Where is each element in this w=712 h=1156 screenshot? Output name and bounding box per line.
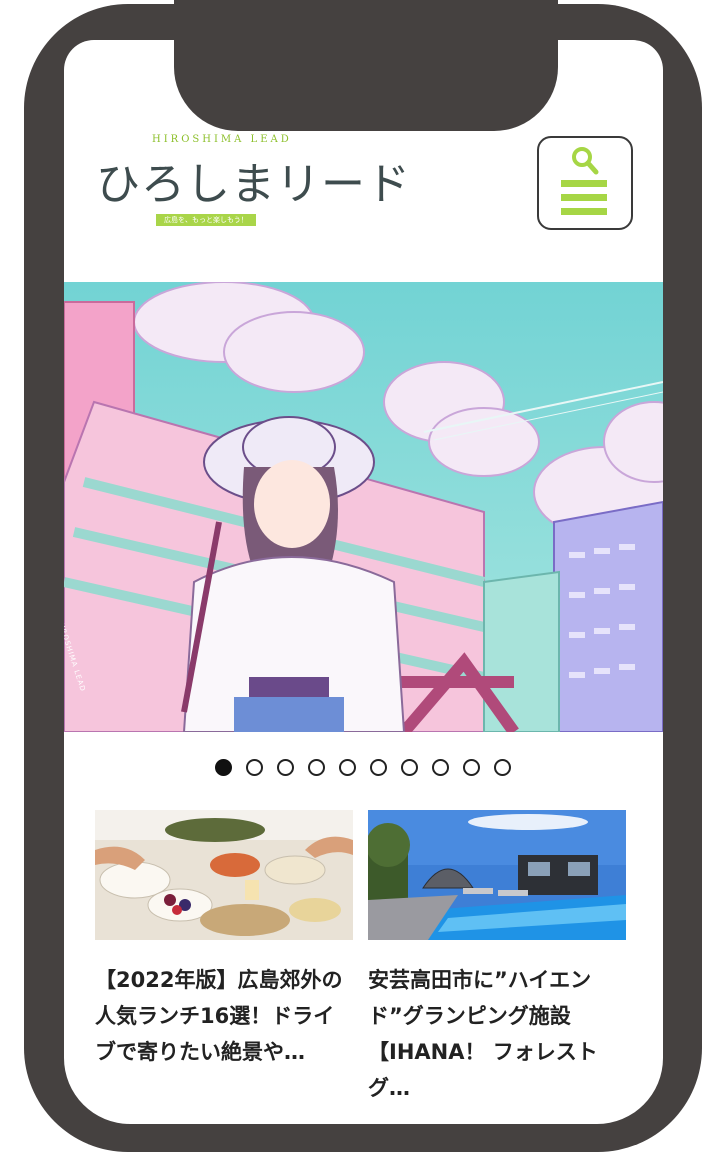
carousel-dot[interactable] bbox=[401, 758, 418, 776]
phone-notch bbox=[174, 0, 558, 131]
article-card[interactable]: 安芸高田市に”ハイエンド”グランピング施設【IHANA！ フォレストグ… bbox=[368, 810, 626, 1106]
logo-japanese: ひろしまリード bbox=[96, 159, 411, 210]
hero-carousel-slide[interactable]: HIROSHIMA LEAD bbox=[64, 282, 663, 732]
article-card[interactable]: 【2022年版】広島郊外の人気ランチ16選！ドライブで寄りたい絶景や… bbox=[95, 810, 353, 1070]
carousel-dot[interactable] bbox=[339, 758, 356, 776]
hero-illustration bbox=[64, 282, 663, 732]
carousel-dot[interactable] bbox=[463, 758, 480, 776]
article-thumbnail[interactable] bbox=[95, 810, 353, 940]
search-icon bbox=[572, 147, 599, 175]
carousel-dot[interactable] bbox=[308, 758, 325, 776]
article-thumbnail[interactable] bbox=[368, 810, 626, 940]
hamburger-icon bbox=[561, 180, 607, 220]
carousel-dot[interactable] bbox=[277, 758, 294, 776]
logo-english: HIROSHIMA LEAD bbox=[152, 134, 292, 145]
search-menu-button[interactable] bbox=[537, 136, 633, 230]
carousel-dot[interactable] bbox=[246, 758, 263, 776]
carousel-dot[interactable] bbox=[494, 758, 511, 776]
article-title[interactable]: 【2022年版】広島郊外の人気ランチ16選！ドライブで寄りたい絶景や… bbox=[95, 962, 353, 1070]
carousel-dot[interactable] bbox=[432, 758, 449, 776]
site-logo[interactable]: HIROSHIMA LEAD ひろしまリード 広島を、もっと楽しもう！ bbox=[96, 134, 410, 234]
article-title[interactable]: 安芸高田市に”ハイエンド”グランピング施設【IHANA！ フォレストグ… bbox=[368, 962, 626, 1106]
logo-tagline: 広島を、もっと楽しもう！ bbox=[156, 214, 256, 226]
carousel-dot[interactable] bbox=[370, 758, 387, 776]
carousel-dot[interactable] bbox=[215, 758, 232, 776]
carousel-pagination bbox=[215, 756, 515, 778]
